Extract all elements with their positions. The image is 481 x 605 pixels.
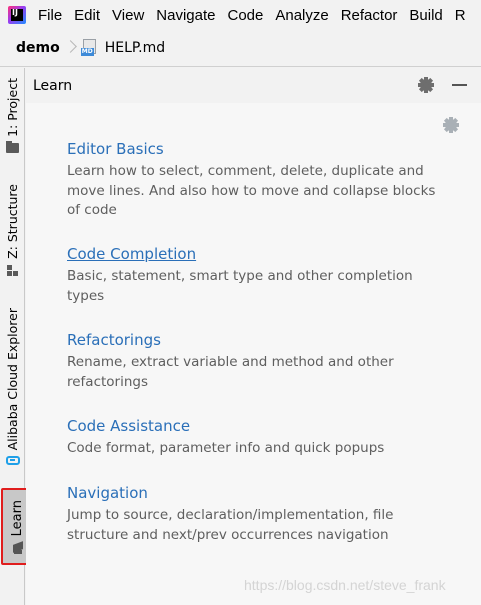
menu-edit[interactable]: Edit xyxy=(74,7,100,24)
menu-analyze[interactable]: Analyze xyxy=(275,7,328,24)
markdown-badge: MD xyxy=(80,48,94,56)
markdown-file-icon: MD xyxy=(80,39,99,57)
tool-tab-alibaba-cloud[interactable]: Alibaba Cloud Explorer xyxy=(0,308,25,466)
gear-icon[interactable] xyxy=(418,77,434,93)
lesson-navigation: Navigation Jump to source, declaration/i… xyxy=(67,484,437,545)
lesson-title-link[interactable]: Code Assistance xyxy=(67,417,437,435)
intellij-logo-icon: IJ xyxy=(8,6,26,24)
menu-code[interactable]: Code xyxy=(227,7,263,24)
tool-tab-structure-label: Z: Structure xyxy=(5,184,20,259)
menu-run-truncated[interactable]: R xyxy=(455,7,466,24)
menu-refactor[interactable]: Refactor xyxy=(341,7,398,24)
lesson-editor-basics: Editor Basics Learn how to select, comme… xyxy=(67,140,437,221)
menu-build[interactable]: Build xyxy=(409,7,442,24)
lesson-title-link[interactable]: Navigation xyxy=(67,484,437,502)
tool-tab-structure[interactable]: Z: Structure xyxy=(0,184,25,276)
settings-gear-icon[interactable] xyxy=(443,117,459,133)
lesson-description: Code format, parameter info and quick po… xyxy=(67,440,385,456)
lesson-description: Learn how to select, comment, delete, du… xyxy=(67,163,436,218)
minimize-icon[interactable] xyxy=(452,84,467,86)
menu-file[interactable]: File xyxy=(38,7,62,24)
menu-navigate[interactable]: Navigate xyxy=(156,7,215,24)
breadcrumb: demo MD HELP.md xyxy=(0,30,481,67)
folder-icon xyxy=(6,140,19,153)
lesson-title-link[interactable]: Refactorings xyxy=(67,331,437,349)
structure-icon xyxy=(6,264,19,276)
graduation-cap-icon xyxy=(12,543,24,555)
lesson-title-link[interactable]: Code Completion xyxy=(67,245,437,263)
learn-panel: Learn Editor Basics Learn how to select,… xyxy=(26,68,481,605)
panel-title: Learn xyxy=(33,77,73,94)
lesson-code-completion: Code Completion Basic, statement, smart … xyxy=(67,245,437,306)
lesson-description: Jump to source, declaration/implementati… xyxy=(67,507,394,543)
menu-bar: IJ File Edit View Navigate Code Analyze … xyxy=(0,0,481,30)
watermark-text: https://blog.csdn.net/steve_frank xyxy=(244,577,446,593)
tool-tab-alibaba-cloud-label: Alibaba Cloud Explorer xyxy=(5,308,20,451)
lesson-description: Rename, extract variable and method and … xyxy=(67,354,394,390)
tool-tab-project-label: 1: Project xyxy=(5,78,20,137)
breadcrumb-file[interactable]: HELP.md xyxy=(105,40,165,56)
alibaba-cloud-icon xyxy=(5,456,20,466)
menu-view[interactable]: View xyxy=(112,7,144,24)
tool-tab-project[interactable]: 1: Project xyxy=(0,78,25,153)
lesson-title-link[interactable]: Editor Basics xyxy=(67,140,437,158)
breadcrumb-project[interactable]: demo xyxy=(16,40,60,56)
tool-tab-learn-label: Learn xyxy=(10,500,25,537)
lesson-refactorings: Refactorings Rename, extract variable an… xyxy=(67,331,437,392)
chevron-right-icon xyxy=(66,37,75,59)
lesson-code-assistance: Code Assistance Code format, parameter i… xyxy=(67,417,437,459)
panel-header: Learn xyxy=(26,68,481,103)
lesson-description: Basic, statement, smart type and other c… xyxy=(67,268,413,304)
